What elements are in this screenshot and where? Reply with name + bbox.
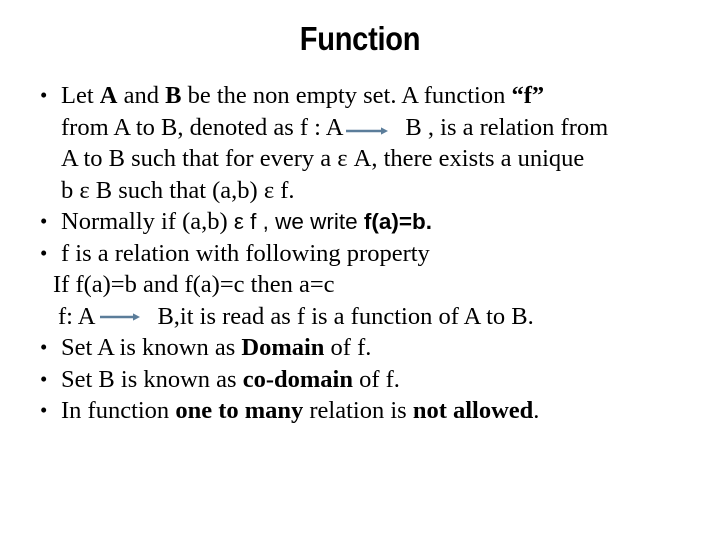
bullet6-e: . (533, 397, 540, 424)
property-line-2: f: A B,it is read as f is a function of … (26, 301, 694, 333)
sub2-a: f: A (58, 302, 96, 330)
bullet5-a: Set B is known as (61, 365, 243, 393)
bullet1-set-a: A (99, 82, 118, 109)
bullet1-line2-b: B , is a relation from (405, 113, 609, 141)
bullet-glyph: • (40, 366, 48, 391)
bullet2-epsilon: ε (233, 209, 244, 234)
bullet4-domain: Domain (241, 334, 325, 361)
bullet-glyph: • (40, 240, 48, 265)
bullet1-line1-d: be the non empty set. A function (181, 82, 512, 109)
bullet-glyph: • (40, 335, 48, 359)
bullet1-line1-c: and (117, 82, 166, 109)
page-title: Function (299, 20, 421, 57)
bullet6-one-to-many: one to many (175, 397, 304, 424)
bullet5-c: of f. (352, 365, 400, 393)
slide-canvas: Function • Let A and B be the non empty s… (0, 0, 720, 540)
bullet1-set-b: B (165, 82, 182, 109)
bullet1-line2-a: from A to B, denoted as f : A (61, 113, 344, 141)
bullet3-text: f is a relation with following property (61, 239, 430, 267)
property-line-1: If f(a)=b and f(a)=c then a=c (53, 271, 335, 298)
bullet2-c: f , we write (243, 209, 364, 234)
sub2-b: B,it is read as f is a function of A to … (157, 302, 534, 330)
list-item: • Set A is known as Domain of f. (26, 332, 694, 364)
list-item: • Normally if (a,b) ε f , we write f(a)=b… (26, 206, 694, 238)
list-item: • Let A and B be the non empty set. A fun… (26, 80, 694, 112)
list-item: • f is a relation with following property (26, 238, 694, 270)
bullet6-not-allowed: not allowed (412, 397, 534, 424)
bullet4-c: of f. (324, 334, 372, 361)
bullet-glyph: • (40, 83, 48, 107)
arrow-icon (97, 311, 141, 323)
list-item: • In function one to many relation is not… (26, 395, 694, 427)
bullet1-line2: from A to B, denoted as f : A B , is a r… (26, 112, 694, 144)
bullet4-a: Set A is known as (61, 334, 242, 361)
bullet-glyph: • (40, 209, 48, 233)
bullet1-function-f: “f” (511, 82, 545, 109)
bullet1-line3: A to B such that for every a ε A, there … (61, 145, 585, 172)
bullet6-c: relation is (303, 397, 413, 424)
bullet1-line1-a: Let (61, 82, 100, 109)
list-item: • Set B is known as co-domain of f. (26, 364, 694, 396)
bullet6-a: In function (61, 397, 176, 424)
bullet1-line4: b ε B such that (a,b) ε f. (61, 176, 295, 204)
bullet-glyph: • (40, 398, 48, 422)
bullet2-a: Normally if (a,b) (61, 208, 234, 235)
arrow-icon (345, 125, 389, 137)
bullet2-formula: f(a)=b. (363, 209, 433, 234)
bullet5-codomain: co-domain (242, 365, 353, 393)
slide-body: • Let A and B be the non empty set. A fun… (26, 80, 694, 427)
